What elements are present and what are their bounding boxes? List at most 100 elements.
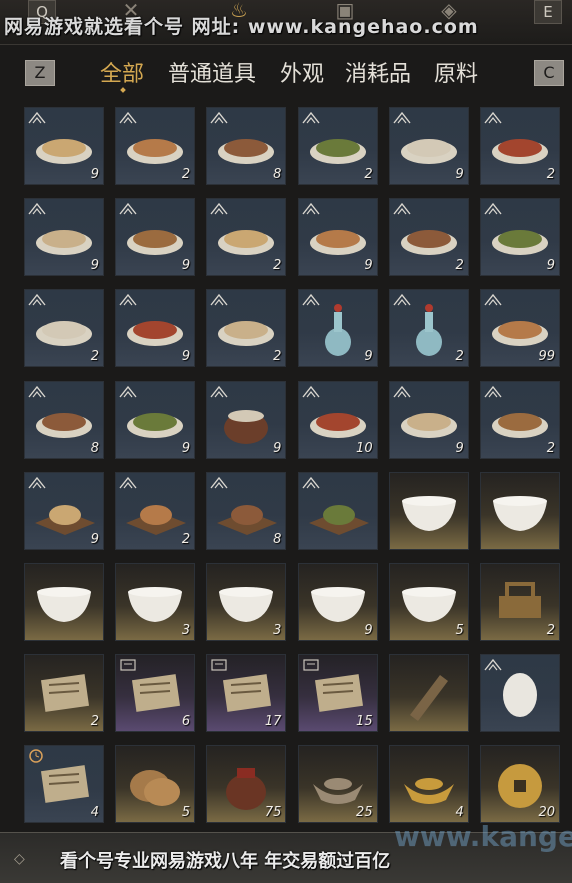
- item-slot[interactable]: 25: [297, 745, 378, 824]
- item-count: 2: [90, 349, 99, 365]
- item-slot[interactable]: 2: [115, 471, 196, 550]
- item-slot[interactable]: 8: [24, 380, 104, 459]
- item-slot[interactable]: 9: [24, 107, 104, 185]
- active-tab-indicator: [120, 87, 126, 93]
- tab-appearance[interactable]: 外观: [280, 56, 324, 88]
- item-count: 8: [273, 167, 282, 182]
- mountain-badge-icon: [302, 384, 320, 398]
- scroll-badge-icon: [119, 657, 137, 671]
- item-slot[interactable]: 10: [297, 380, 378, 459]
- item-slot[interactable]: 2: [206, 289, 287, 368]
- item-slot[interactable]: 9: [388, 380, 469, 459]
- painted-bowl-icon: [37, 587, 91, 622]
- item-count: 4: [455, 805, 464, 821]
- item-slot[interactable]: 2: [24, 654, 104, 733]
- item-slot[interactable]: 2: [115, 107, 196, 185]
- item-slot[interactable]: 4: [388, 745, 469, 824]
- mountain-badge-icon: [119, 201, 137, 215]
- tab-common-items[interactable]: 普通道具: [168, 56, 256, 88]
- item-count: 3: [181, 623, 191, 638]
- item-count: 8: [273, 531, 282, 547]
- mountain-badge-icon: [302, 475, 320, 489]
- mountain-badge-icon: [28, 110, 46, 124]
- mountain-badge-icon: [484, 110, 502, 124]
- item-slot[interactable]: 9: [115, 380, 196, 459]
- top-header: Q ✕ ♨ ▣ ◈ E 网易游戏就选看个号 网址: www.kangehao.c…: [0, 0, 572, 45]
- item-slot[interactable]: 2: [480, 380, 560, 459]
- key-hint-c[interactable]: C: [534, 60, 564, 86]
- item-count: 2: [546, 623, 555, 638]
- mountain-badge-icon: [119, 384, 137, 398]
- item-count: 99: [538, 349, 555, 365]
- item-slot[interactable]: 2: [24, 289, 104, 368]
- item-slot[interactable]: 15: [297, 654, 378, 733]
- item-slot[interactable]: [480, 471, 560, 550]
- item-count: 4: [90, 805, 99, 821]
- item-slot[interactable]: 20: [480, 745, 560, 824]
- item-slot[interactable]: 9: [115, 198, 196, 277]
- tab-consumables[interactable]: 消耗品: [345, 56, 411, 88]
- item-slot[interactable]: 9: [297, 198, 378, 277]
- item-slot[interactable]: 4: [24, 745, 104, 824]
- mountain-badge-icon: [119, 110, 137, 124]
- item-count: 2: [181, 167, 191, 182]
- item-slot[interactable]: [24, 563, 104, 641]
- item-slot[interactable]: 8: [206, 107, 287, 185]
- tab-materials[interactable]: 原料: [434, 56, 478, 88]
- item-slot[interactable]: 9: [24, 198, 104, 277]
- item-count: 20: [538, 805, 555, 821]
- mountain-badge-icon: [210, 475, 228, 489]
- inventory-grid: 9 2 8 2 9 2 9 9 2 9 2 9 2 9 2 9 2 99 8 9 9 10 9 2 9 2 8 3 3 9 5 2 2 6 17 15…: [24, 107, 560, 824]
- item-slot[interactable]: 2: [480, 107, 560, 185]
- item-slot[interactable]: 2: [206, 198, 287, 277]
- item-slot[interactable]: 5: [115, 745, 196, 824]
- mountain-badge-icon: [302, 292, 320, 306]
- item-slot[interactable]: 5: [388, 563, 469, 641]
- item-slot[interactable]: 9: [388, 107, 469, 185]
- item-slot[interactable]: 17: [206, 654, 287, 733]
- item-slot[interactable]: 9: [480, 198, 560, 277]
- item-count: 15: [356, 714, 373, 730]
- item-count: 9: [455, 167, 464, 182]
- item-count: 2: [364, 167, 373, 182]
- item-count: 9: [181, 258, 191, 274]
- item-slot[interactable]: 2: [297, 107, 378, 185]
- item-slot[interactable]: 9: [206, 380, 287, 459]
- mountain-badge-icon: [393, 110, 411, 124]
- item-slot[interactable]: 2: [388, 289, 469, 368]
- item-count: 6: [181, 714, 191, 730]
- key-hint-z[interactable]: Z: [25, 60, 55, 86]
- item-count: 2: [455, 258, 464, 274]
- item-slot[interactable]: [480, 654, 560, 733]
- mountain-badge-icon: [210, 201, 228, 215]
- key-hint-e[interactable]: E: [534, 0, 562, 24]
- item-slot[interactable]: 9: [297, 563, 378, 641]
- mountain-badge-icon: [302, 110, 320, 124]
- mountain-badge-icon: [119, 475, 137, 489]
- watermark-bottom: 看个号专业网易游戏八年 年交易额过百亿: [60, 851, 391, 872]
- item-count: 2: [273, 258, 282, 274]
- item-slot[interactable]: 9: [24, 471, 104, 550]
- item-slot[interactable]: 3: [206, 563, 287, 641]
- mountain-badge-icon: [393, 292, 411, 306]
- item-count: 2: [273, 349, 282, 365]
- item-count: 25: [356, 805, 373, 821]
- item-slot[interactable]: [388, 471, 469, 550]
- item-count: 9: [90, 167, 99, 182]
- item-slot[interactable]: 6: [115, 654, 196, 733]
- mountain-badge-icon: [393, 384, 411, 398]
- item-slot[interactable]: 8: [206, 471, 287, 550]
- item-slot[interactable]: 9: [297, 289, 378, 368]
- item-slot[interactable]: 9: [115, 289, 196, 368]
- item-count: 9: [181, 349, 191, 365]
- item-slot[interactable]: 2: [388, 198, 469, 277]
- tab-all[interactable]: 全部: [100, 56, 144, 88]
- item-slot[interactable]: 3: [115, 563, 196, 641]
- item-slot[interactable]: [388, 654, 469, 733]
- item-slot[interactable]: 99: [480, 289, 560, 368]
- item-count: 9: [364, 258, 373, 274]
- item-slot[interactable]: 75: [206, 745, 287, 824]
- item-count: 9: [546, 258, 555, 274]
- item-slot[interactable]: 2: [480, 563, 560, 641]
- item-slot[interactable]: [297, 471, 378, 550]
